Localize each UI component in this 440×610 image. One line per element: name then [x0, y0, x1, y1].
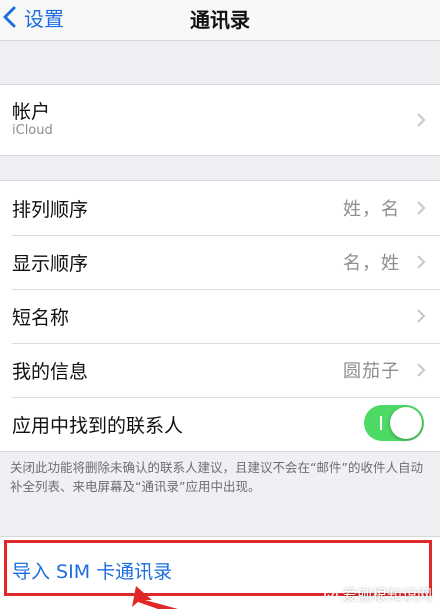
display-order-value: 名，姓 [343, 253, 400, 274]
page-title: 通讯录 [190, 8, 250, 32]
display-order-row[interactable]: 显示顺序 名，姓 [0, 235, 440, 289]
account-label: 帐户 [12, 101, 51, 123]
sort-order-value: 姓，名 [343, 199, 400, 220]
navigation-bar: 设置 通讯录 [0, 0, 440, 41]
settings-group: 排列顺序 姓，名 显示顺序 名，姓 短名称 我的信息 圆茄子 应用中找到的联系人 [0, 180, 440, 452]
import-sim-button[interactable]: 导入 SIM 卡通讯录 [12, 557, 172, 584]
contacts-found-footnote: 关闭此功能将删除未确认的联系人建议，且建议不会在“邮件”的收件人自动补全列表、来… [10, 460, 423, 494]
sort-order-row[interactable]: 排列顺序 姓，名 [0, 181, 440, 235]
chevron-right-icon [417, 201, 426, 215]
chevron-right-icon [417, 255, 426, 269]
sort-order-label: 排列顺序 [12, 198, 89, 221]
account-group: 帐户 iCloud [0, 84, 440, 156]
account-sub: iCloud [12, 123, 53, 138]
my-info-row[interactable]: 我的信息 圆茄子 [0, 343, 440, 397]
my-info-value: 圆茄子 [343, 361, 400, 382]
short-name-label: 短名称 [12, 306, 70, 329]
contacts-found-label: 应用中找到的联系人 [12, 414, 184, 437]
red-arrow-icon [132, 586, 178, 609]
watermark-logo-icon [324, 587, 338, 602]
short-name-row[interactable]: 短名称 [0, 289, 440, 343]
contacts-found-toggle[interactable] [364, 405, 424, 441]
toggle-knob [390, 407, 422, 439]
watermark-text: 爱刨根知识网 [341, 586, 432, 604]
my-info-label: 我的信息 [12, 360, 89, 383]
chevron-right-icon [417, 113, 426, 127]
chevron-right-icon [417, 363, 426, 377]
chevron-right-icon [417, 309, 426, 323]
toggle-on-icon [380, 416, 382, 430]
display-order-label: 显示顺序 [12, 252, 89, 275]
watermark: 爱刨根知识网 [324, 584, 432, 605]
contacts-found-row: 应用中找到的联系人 [0, 397, 440, 451]
account-row[interactable]: 帐户 iCloud [0, 85, 440, 155]
